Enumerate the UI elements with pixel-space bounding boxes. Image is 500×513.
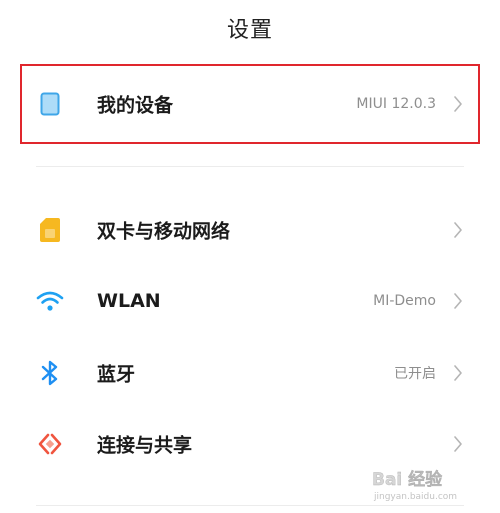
bluetooth-row[interactable]: 蓝牙 已开启: [0, 343, 500, 403]
dual-sim-label: 双卡与移动网络: [97, 220, 231, 243]
connection-sharing-label: 连接与共享: [97, 434, 193, 457]
miui-version-value: MIUI 12.0.3: [356, 96, 436, 112]
my-device-label: 我的设备: [97, 94, 174, 117]
wlan-label: WLAN: [97, 290, 161, 312]
wlan-network-value: MI-Demo: [373, 293, 436, 309]
sim-card-icon: [36, 216, 64, 244]
bluetooth-status-value: 已开启: [394, 366, 436, 382]
my-device-row[interactable]: 我的设备 MIUI 12.0.3: [0, 74, 500, 134]
section-divider: [36, 505, 464, 506]
bluetooth-icon: [36, 359, 64, 387]
chevron-right-icon: [452, 435, 464, 453]
section-divider: [36, 166, 464, 167]
tablet-icon: [36, 90, 64, 118]
wifi-icon: [36, 287, 64, 315]
chevron-right-icon: [452, 364, 464, 382]
baidu-jingyan-watermark: Bai 经验 jingyan.baidu.com: [368, 463, 488, 503]
wlan-row[interactable]: WLAN MI-Demo: [0, 271, 500, 331]
chevron-right-icon: [452, 95, 464, 113]
dual-sim-row[interactable]: 双卡与移动网络: [0, 200, 500, 260]
bluetooth-label: 蓝牙: [97, 363, 136, 386]
chevron-right-icon: [452, 292, 464, 310]
connection-share-icon: [36, 430, 64, 458]
watermark-subtext: jingyan.baidu.com: [373, 492, 457, 502]
page-title: 设置: [226, 18, 273, 43]
chevron-right-icon: [452, 221, 464, 239]
watermark-text: Bai 经验: [372, 469, 443, 490]
